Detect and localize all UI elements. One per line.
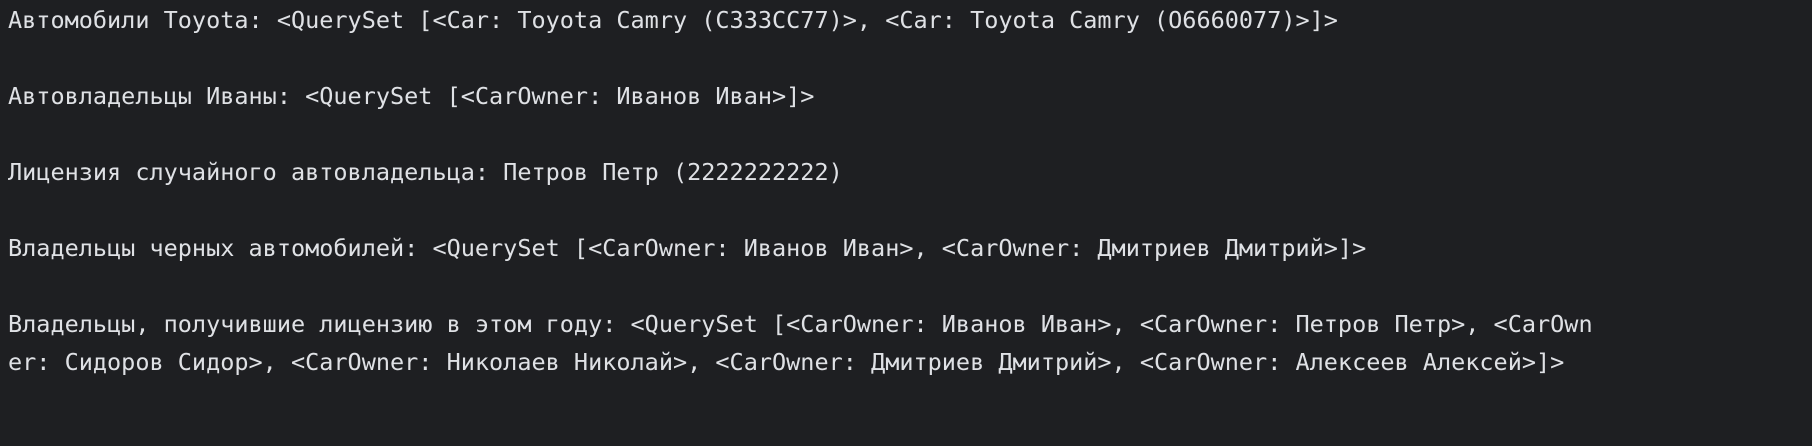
output-line-ivan-owners: Автовладельцы Иваны: <QuerySet [<CarOwne… — [8, 82, 815, 110]
output-line-this-year-license-owners: Владельцы, получившие лицензию в этом го… — [8, 310, 1593, 338]
output-line-this-year-license-owners-continued: er: Сидоров Сидор>, <CarOwner: Николаев … — [8, 348, 1565, 376]
output-line-toyota-cars: Автомобили Toyota: <QuerySet [<Car: Toyo… — [8, 6, 1338, 34]
console-output[interactable]: Автомобили Toyota: <QuerySet [<Car: Toyo… — [0, 0, 1812, 446]
output-line-random-owner-license: Лицензия случайного автовладельца: Петро… — [8, 158, 843, 186]
output-line-black-car-owners: Владельцы черных автомобилей: <QuerySet … — [8, 234, 1367, 262]
